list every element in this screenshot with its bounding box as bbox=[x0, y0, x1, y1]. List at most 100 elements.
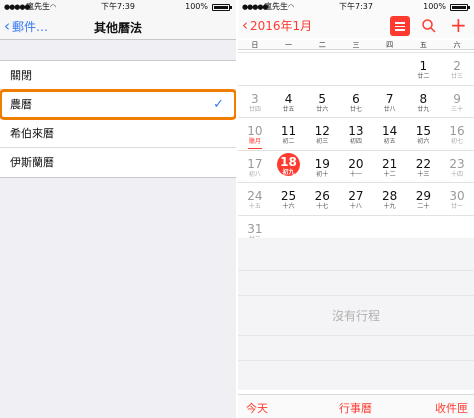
day-number: 10 bbox=[247, 124, 263, 138]
lunar-date-label: 廿六 bbox=[316, 105, 329, 113]
option-label: 農曆 bbox=[10, 98, 32, 111]
calendar-day-30[interactable]: 30 廿一 bbox=[440, 182, 474, 216]
weekday-label: 二 bbox=[318, 41, 326, 49]
screenshot-pair: ●●●●● 瘋先生 ◠ 下午7:39 100% ‹ 郵件… 其他曆法 關閉 農曆… bbox=[0, 0, 474, 418]
lunar-date-label: 初五 bbox=[383, 138, 396, 145]
day-number: 26 bbox=[314, 189, 330, 203]
calendar-day-11[interactable]: 11 初二 bbox=[272, 117, 306, 151]
list-view-toggle-icon[interactable] bbox=[390, 16, 410, 36]
lunar-date-label: 初四 bbox=[349, 138, 362, 145]
lunar-date-label: 十四 bbox=[451, 170, 464, 178]
option-row-chinese[interactable]: 農曆 ✓ bbox=[0, 89, 236, 120]
calendar-day-21[interactable]: 21 十二 bbox=[373, 150, 407, 184]
calendars-button[interactable]: 行事曆 bbox=[339, 400, 372, 416]
lunar-date-label: 臘月 bbox=[248, 138, 261, 145]
calendar-day-5[interactable]: 5 廿六 bbox=[305, 85, 339, 119]
day-number: 22 bbox=[415, 156, 431, 171]
calendar-day-3[interactable]: 3 廿四 bbox=[238, 85, 272, 119]
calendar-day-27[interactable]: 27 十八 bbox=[339, 182, 373, 216]
calendar-day-13[interactable]: 13 初四 bbox=[339, 117, 373, 151]
page-title: 其他曆法 bbox=[93, 21, 142, 35]
day-number: 2 bbox=[453, 59, 461, 73]
day-number: 29 bbox=[415, 189, 431, 203]
day-number: 9 bbox=[453, 91, 461, 106]
calendar-day-1[interactable]: 1 廿二 bbox=[407, 52, 441, 86]
battery-icon bbox=[450, 4, 468, 11]
navigation-bar: ‹ 郵件… 其他曆法 bbox=[0, 14, 236, 40]
weekday-label: 六 bbox=[453, 41, 461, 49]
calendar-day-9[interactable]: 9 三十 bbox=[440, 85, 474, 119]
day-number: 13 bbox=[348, 124, 364, 138]
day-number: 16 bbox=[449, 124, 465, 138]
lunar-date-label: 初八 bbox=[248, 170, 261, 178]
calendar-day-19[interactable]: 19 初十 bbox=[305, 150, 339, 184]
calendar-day-2[interactable]: 2 廿三 bbox=[440, 52, 474, 86]
option-label: 伊斯蘭曆 bbox=[10, 156, 54, 169]
calendar-day-22[interactable]: 22 十三 bbox=[407, 150, 441, 184]
calendar-day-26[interactable]: 26 十七 bbox=[305, 182, 339, 216]
calendar-day-24[interactable]: 24 十五 bbox=[238, 182, 272, 216]
lunar-date-label: 初七 bbox=[451, 138, 464, 145]
day-number: 30 bbox=[449, 189, 465, 203]
calendar-day-12[interactable]: 12 初三 bbox=[305, 117, 339, 151]
calendar-day-14[interactable]: 14 初五 bbox=[373, 117, 407, 151]
option-row-hebrew[interactable]: 希伯來曆 bbox=[0, 119, 236, 148]
calendar-month-screen: ●●●●● 瘋先生 ◠ 下午7:37 100% ‹ 2016年1月 + 日一二三… bbox=[238, 0, 474, 418]
lunar-date-label: 廿五 bbox=[282, 105, 295, 113]
day-number: 24 bbox=[247, 189, 263, 203]
inbox-button[interactable]: 收件匣 bbox=[435, 400, 468, 416]
day-number: 17 bbox=[247, 156, 263, 171]
calendar-day-15[interactable]: 15 初六 bbox=[407, 117, 441, 151]
chevron-left-icon: ‹ bbox=[242, 16, 248, 34]
calendar-day-7[interactable]: 7 廿八 bbox=[373, 85, 407, 119]
day-number: 5 bbox=[318, 91, 327, 106]
day-number: 23 bbox=[449, 156, 465, 171]
lunar-date-label: 十三 bbox=[417, 170, 430, 178]
lunar-date-label: 初六 bbox=[417, 138, 430, 145]
calendar-day-16[interactable]: 16 初七 bbox=[440, 117, 474, 151]
calendar-day-25[interactable]: 25 十六 bbox=[272, 182, 306, 216]
day-number: 12 bbox=[314, 124, 330, 138]
battery-icon bbox=[212, 4, 230, 11]
lunar-date-label: 廿一 bbox=[451, 203, 464, 210]
day-number: 21 bbox=[382, 156, 398, 171]
add-event-icon[interactable]: + bbox=[450, 15, 467, 35]
calendar-day-17[interactable]: 17 初八 bbox=[238, 150, 272, 184]
lunar-date-label: 廿三 bbox=[451, 73, 464, 80]
lunar-date-label: 十七 bbox=[316, 203, 329, 210]
day-number: 7 bbox=[385, 91, 394, 106]
calendar-day-23[interactable]: 23 十四 bbox=[440, 150, 474, 184]
back-to-year-button[interactable]: ‹ 2016年1月 bbox=[242, 17, 312, 34]
lunar-date-label: 十六 bbox=[282, 203, 295, 210]
lunar-date-label: 二十 bbox=[417, 203, 430, 210]
day-number: 25 bbox=[280, 189, 297, 203]
lunar-date-label: 十五 bbox=[248, 203, 261, 210]
calendar-day-18[interactable]: 18 初九 bbox=[272, 150, 306, 184]
weekday-label: 日 bbox=[251, 41, 259, 49]
calendar-day-10[interactable]: 10 臘月 bbox=[238, 117, 272, 151]
day-number: 14 bbox=[382, 124, 398, 138]
day-number: 18 bbox=[280, 154, 297, 169]
lunar-date-label: 十一 bbox=[349, 170, 362, 178]
calendar-day-6[interactable]: 6 廿七 bbox=[339, 85, 373, 119]
calendar-day-28[interactable]: 28 十九 bbox=[373, 182, 407, 216]
status-bar: ●●●●● 瘋先生 ◠ 下午7:39 100% bbox=[0, 0, 236, 14]
option-row-off[interactable]: 關閉 bbox=[0, 61, 236, 90]
search-icon[interactable] bbox=[421, 18, 437, 34]
day-number: 11 bbox=[280, 124, 297, 138]
calendar-day-29[interactable]: 29 二十 bbox=[407, 182, 441, 216]
lunar-date-label: 廿九 bbox=[417, 105, 430, 113]
bottom-toolbar: 今天 行事曆 收件匣 bbox=[238, 394, 474, 418]
navigation-bar: ‹ 2016年1月 + bbox=[238, 14, 474, 38]
option-label: 希伯來曆 bbox=[10, 127, 54, 140]
calendar-day-4[interactable]: 4 廿五 bbox=[272, 85, 306, 119]
lunar-date-label: 廿二 bbox=[417, 73, 430, 80]
battery-percent: 100% bbox=[185, 2, 208, 11]
day-number: 19 bbox=[314, 156, 330, 171]
option-row-islamic[interactable]: 伊斯蘭曆 bbox=[0, 148, 236, 177]
day-number: 8 bbox=[419, 91, 428, 106]
calendar-day-8[interactable]: 8 廿九 bbox=[407, 85, 441, 119]
today-button[interactable]: 今天 bbox=[246, 400, 268, 416]
day-number: 4 bbox=[284, 91, 293, 106]
calendar-day-20[interactable]: 20 十一 bbox=[339, 150, 373, 184]
